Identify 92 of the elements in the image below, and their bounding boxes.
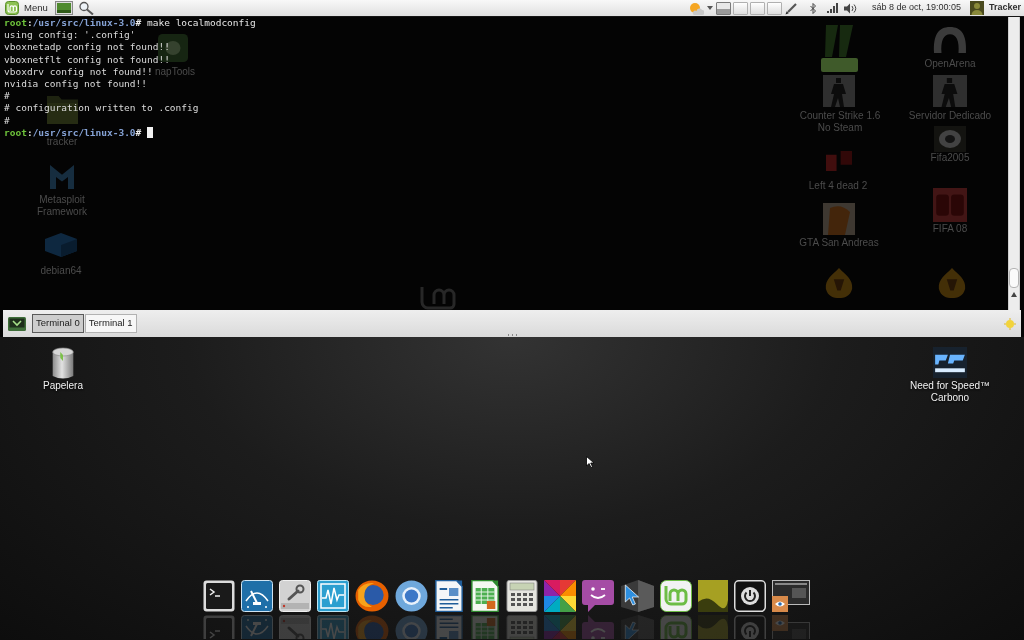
waveform-monitor-icon [316,580,349,612]
document-icon [433,580,464,612]
spreadsheet-icon [469,580,500,612]
icon-reflection [543,615,576,639]
dock-launcher[interactable] [771,580,810,612]
search-icon [77,1,94,15]
cursor-cube-icon [619,580,654,612]
icon-reflection [202,615,235,639]
logo-icon [5,1,19,15]
icon-label: OpenArena [923,58,977,70]
scrollbar-thumb[interactable] [1009,268,1019,288]
caret-icon[interactable] [706,6,713,10]
icon-reflection [240,615,273,639]
pen-icon[interactable] [784,1,798,15]
dock-launcher[interactable] [543,580,576,612]
icon-label: Servidor Dedicado [907,110,993,122]
tool-icon [278,580,311,612]
power-icon [733,580,766,612]
icon-reflection [697,615,728,639]
icon-label: Papelera [42,380,84,392]
icon-reflection [659,615,692,639]
volume-icon[interactable] [843,2,858,14]
icon-reflection [469,615,500,639]
icon-reflection [316,615,349,639]
search-button[interactable] [77,0,94,16]
terminal-line: using config: '.config' [4,29,136,42]
terminal-line: nvidia config not found!! [4,77,147,91]
terminal-line: # [4,114,10,127]
trash-icon[interactable] [52,347,74,379]
color-wheel-icon [543,580,576,612]
icon-label: FIFA 08 [931,223,969,235]
screen-preview-icon [771,580,810,612]
menu-button[interactable]: Menu [5,0,48,16]
terminal-tab[interactable]: Terminal 1 [84,314,137,333]
calculator-icon [505,580,538,612]
dock-launcher[interactable] [202,580,235,612]
icon-reflection [619,615,654,639]
icon-reflection [733,615,766,639]
dock-launcher[interactable] [697,580,728,612]
icon-reflection [354,615,389,639]
clock[interactable]: sáb 8 de oct, 19:00:05 [871,1,961,15]
wallpaper-logo [420,285,456,310]
terminal-line: root:/usr/src/linux-3.0# [4,126,142,138]
dock-launcher[interactable] [433,580,464,612]
workspace-button[interactable] [715,1,731,15]
terminal-line: root:/usr/src/linux-3.0# make localmodconfig [4,17,256,30]
dock-launcher[interactable] [354,580,389,612]
scrollbar[interactable] [1008,17,1020,310]
dock-launcher[interactable] [659,580,692,612]
globe-icon [354,580,389,612]
icon-label: Need for Speed™ Carbono [908,380,992,404]
icon-reflection [433,615,464,639]
logo-icon [659,580,692,612]
icon-label: Left 4 dead 2 [807,180,869,192]
icon-reflection [771,615,810,639]
dock-launcher[interactable] [394,580,428,612]
orb-icon [394,580,428,612]
show-desktop-button[interactable] [54,0,73,16]
signal-icon[interactable] [826,3,838,13]
icon-reflection [581,615,614,639]
icon-label: GTA San Andreas [798,237,880,249]
photo-placeholder [697,580,728,612]
icon-label: debian64 [39,265,83,277]
icon-reflection [278,615,311,639]
terminal-app-icon[interactable] [8,316,26,331]
emblem-icon[interactable] [933,347,967,378]
mouse-pointer-icon [586,456,595,468]
terminal-line: vboxdrv config not found!! [4,65,153,78]
chat-bubble-icon [581,580,614,612]
terminal-line: vboxnetflt config not found!! [4,53,170,66]
icon-label: Counter Strike 1.6 No Steam [798,110,882,134]
terminal-icon [202,580,235,612]
dock-launcher[interactable] [619,580,654,612]
scroll-arrow-icon[interactable] [1011,292,1017,297]
icon-label: Fifa2005 [929,152,971,164]
desktop-icon [54,1,73,15]
icon-label: napTools [154,66,196,78]
avatar-placeholder [969,1,984,15]
icon-label: Metasploit Framework [36,194,88,218]
dock-launcher[interactable] [469,580,500,612]
icon-label: tracker [46,136,78,148]
icon-reflection [394,615,428,639]
terminal-line: # configuration written to .config [4,102,199,115]
icon-reflection [505,615,538,639]
terminal-tab[interactable]: Terminal 0 [32,314,84,333]
terminal-line: vboxnetadp config not found!! [4,41,170,54]
bluetooth-icon[interactable] [809,2,817,14]
user-name[interactable]: Tracker [988,1,1021,15]
terminal-line: # [4,90,10,103]
gauge-icon [240,580,273,612]
dock-launcher[interactable] [581,580,614,612]
dock-launcher[interactable] [505,580,538,612]
